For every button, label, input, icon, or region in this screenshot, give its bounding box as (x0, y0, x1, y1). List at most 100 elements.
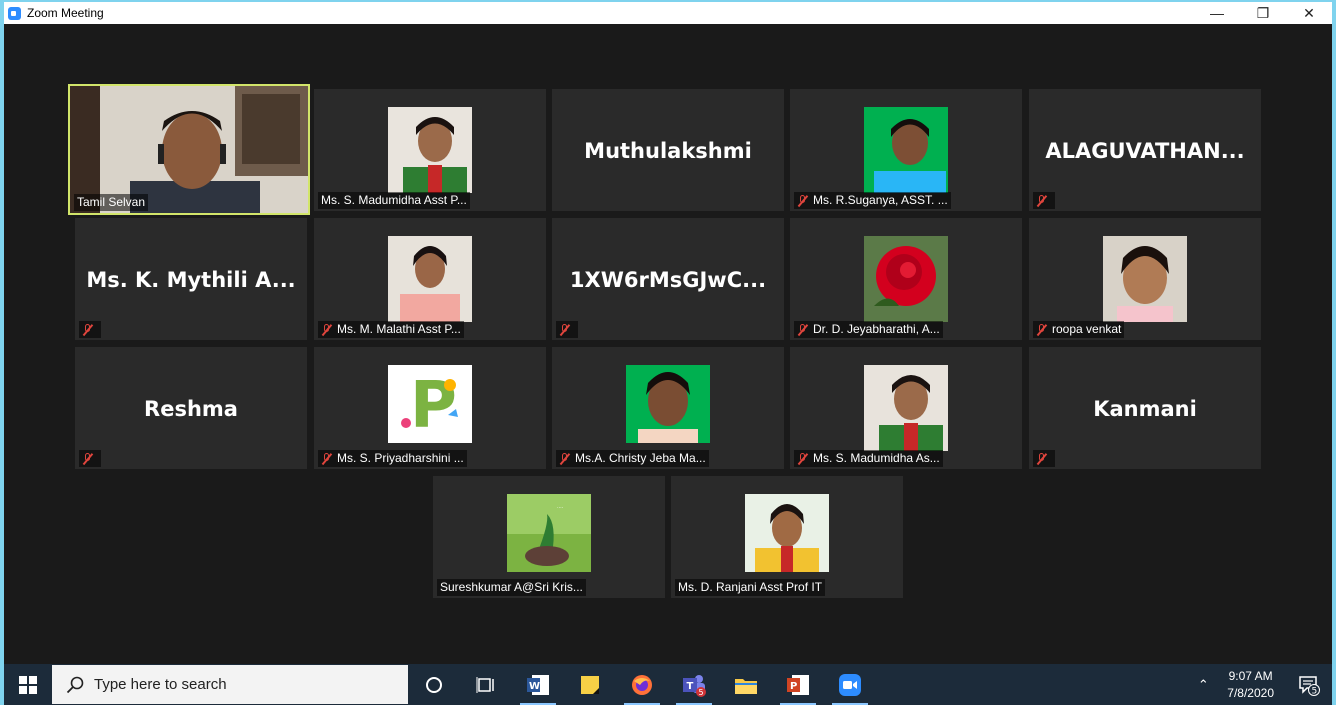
participant-tile[interactable]: Ms. R.Suganya, ASST. ... (790, 89, 1022, 211)
muted-mic-icon (1036, 323, 1047, 336)
clock-date: 7/8/2020 (1227, 685, 1274, 700)
muted-mic-icon (797, 452, 808, 465)
participant-name (556, 321, 578, 338)
participant-photo (745, 494, 829, 580)
zoom-window: Zoom Meeting — ❐ ✕ Tamil Selvan Ms. S. M… (4, 2, 1332, 664)
minimize-button[interactable]: — (1194, 2, 1240, 24)
notification-count: 5 (1312, 686, 1318, 696)
taskbar-powerpoint[interactable]: P (772, 664, 824, 705)
taskbar-zoom[interactable] (824, 664, 876, 705)
search-icon (66, 676, 84, 693)
participant-display-name: Kanmani (1093, 397, 1197, 421)
svg-text:T: T (687, 681, 694, 692)
participant-name: Tamil Selvan (74, 194, 149, 211)
participant-photo (864, 236, 948, 322)
participant-tile[interactable]: Ms. M. Malathi Asst P... (314, 218, 546, 340)
teams-icon: T5 (683, 674, 706, 697)
participant-name: Ms. M. Malathi Asst P... (318, 321, 464, 338)
folder-icon (735, 678, 757, 694)
taskbar-file-explorer[interactable] (720, 664, 772, 705)
participant-name: Dr. D. Jeyabharathi, A... (794, 321, 943, 338)
participant-tile[interactable]: Muthulakshmi (552, 89, 784, 211)
muted-mic-icon (559, 323, 570, 336)
taskbar-teams[interactable]: T5 (668, 664, 720, 705)
participant-tile[interactable]: Ms. S. Madumidha Asst P... (314, 89, 546, 211)
participant-photo (864, 365, 948, 451)
cortana-button[interactable] (408, 664, 460, 705)
zoom-icon (839, 673, 861, 696)
taskbar-sticky-notes[interactable] (564, 664, 616, 705)
participant-tile[interactable]: Ms.A. Christy Jeba Ma... (552, 347, 784, 469)
taskbar-word[interactable]: W (512, 664, 564, 705)
teams-badge: 5 (699, 688, 704, 697)
muted-mic-icon (321, 452, 332, 465)
action-center-button[interactable]: 5 (1286, 664, 1332, 705)
participant-name: Sureshkumar A@Sri Kris... (437, 579, 586, 596)
muted-mic-icon (797, 194, 808, 207)
muted-mic-icon (82, 452, 93, 465)
title-bar: Zoom Meeting — ❐ ✕ (4, 2, 1332, 24)
participant-name (79, 450, 101, 467)
participant-name: roopa venkat (1033, 321, 1125, 338)
participant-photo (626, 365, 710, 451)
muted-mic-icon (1036, 194, 1047, 207)
participant-photo: P (388, 365, 472, 451)
participant-photo: .... (507, 494, 591, 580)
participant-name: Ms.A. Christy Jeba Ma... (556, 450, 709, 467)
participant-name: Ms. S. Madumidha Asst P... (318, 192, 470, 209)
participant-tile[interactable]: ALAGUVATHAN... (1029, 89, 1261, 211)
participant-tile[interactable]: Ms. D. Ranjani Asst Prof IT (671, 476, 903, 598)
taskbar-search-box[interactable]: Type here to search (52, 665, 408, 704)
participant-tile[interactable]: Ms. K. Mythili A... (75, 218, 307, 340)
zoom-app-icon (8, 6, 21, 20)
muted-mic-icon (559, 452, 570, 465)
participant-tile[interactable]: P Ms. S. Priyadharshini ... (314, 347, 546, 469)
participant-tile[interactable]: Kanmani (1029, 347, 1261, 469)
participant-tile[interactable]: Ms. S. Madumidha As... (790, 347, 1022, 469)
search-placeholder: Type here to search (94, 676, 227, 693)
firefox-icon (632, 674, 652, 695)
participant-display-name: 1XW6rMsGJwC... (569, 268, 767, 292)
participant-name: Ms. R.Suganya, ASST. ... (794, 192, 951, 209)
participant-photo (388, 107, 472, 193)
participant-name (1033, 450, 1055, 467)
window-title: Zoom Meeting (27, 6, 104, 20)
participant-tile[interactable]: 1XW6rMsGJwC... (552, 218, 784, 340)
participant-display-name: Muthulakshmi (584, 139, 752, 163)
muted-mic-icon (1036, 452, 1047, 465)
system-tray: ⌃ 9:07 AM 7/8/2020 5 (1191, 664, 1332, 705)
participant-photo (1103, 236, 1187, 322)
task-view-button[interactable] (460, 664, 512, 705)
notification-icon: 5 (1299, 675, 1320, 696)
restore-button[interactable]: ❐ (1240, 2, 1286, 24)
participant-tile[interactable]: Reshma (75, 347, 307, 469)
cortana-circle-icon (426, 676, 442, 693)
participant-name (79, 321, 101, 338)
participant-photo (864, 107, 948, 193)
participant-tile[interactable]: Tamil Selvan (68, 84, 310, 215)
participant-display-name: ALAGUVATHAN... (1045, 139, 1245, 163)
muted-mic-icon (321, 323, 332, 336)
muted-mic-icon (797, 323, 808, 336)
taskbar-firefox[interactable] (616, 664, 668, 705)
participant-name: Ms. S. Priyadharshini ... (318, 450, 467, 467)
sticky-notes-icon (581, 675, 599, 694)
clock[interactable]: 9:07 AM 7/8/2020 (1227, 668, 1274, 702)
participant-tile[interactable]: .... Sureshkumar A@Sri Kris... (433, 476, 665, 598)
powerpoint-icon: P (787, 674, 809, 695)
svg-text:W: W (529, 681, 540, 692)
participant-name: Ms. S. Madumidha As... (794, 450, 943, 467)
windows-taskbar: Type here to search W T5 P ⌃ 9:07 AM 7/8… (4, 664, 1332, 705)
word-icon: W (527, 674, 549, 695)
task-view-icon (476, 676, 494, 693)
participant-name (1033, 192, 1055, 209)
participant-tile[interactable]: roopa venkat (1029, 218, 1261, 340)
participant-display-name: Ms. K. Mythili A... (86, 268, 296, 292)
start-button[interactable] (4, 664, 52, 705)
svg-text:P: P (790, 681, 797, 692)
close-button[interactable]: ✕ (1286, 2, 1332, 24)
clock-time: 9:07 AM (1228, 668, 1273, 683)
show-hidden-icons-chevron-icon[interactable]: ⌃ (1191, 677, 1215, 693)
participant-tile[interactable]: Dr. D. Jeyabharathi, A... (790, 218, 1022, 340)
windows-logo-icon (19, 675, 37, 694)
